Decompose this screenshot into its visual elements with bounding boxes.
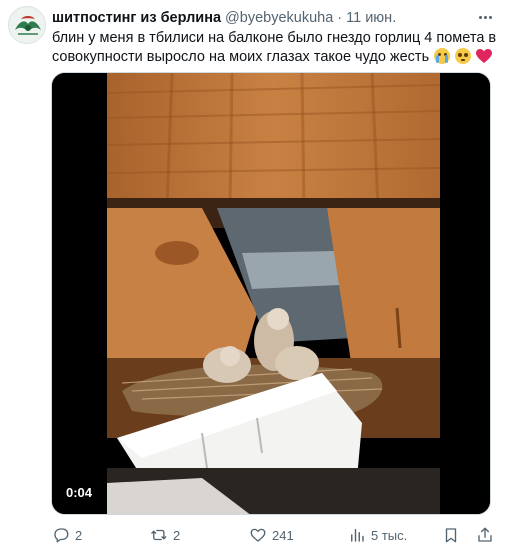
- display-name[interactable]: шитпостинг из берлина: [52, 10, 221, 26]
- pleading-face-icon: [455, 48, 472, 64]
- retweet-count: 2: [173, 527, 181, 543]
- views-count: 5 тыс.: [371, 527, 408, 543]
- retweet-button[interactable]: 2: [150, 525, 180, 545]
- tweet-text-line-2-wrap: совокупности выросло на моих глазах тако…: [52, 48, 493, 67]
- video-frame: [52, 73, 490, 514]
- bookmark-button[interactable]: [442, 525, 460, 545]
- tweet-header: шитпостинг из берлина @byebyekukuha · 11…: [52, 9, 470, 27]
- bookmark-icon: [445, 528, 457, 543]
- red-heart-icon: [476, 49, 493, 64]
- reply-count: 2: [75, 527, 83, 543]
- reply-icon: [54, 528, 69, 543]
- avatar[interactable]: [8, 6, 46, 44]
- views-icon: [351, 529, 364, 542]
- action-bar: 2 2 241 5 тыс.: [52, 525, 492, 545]
- views-button[interactable]: 5 тыс.: [348, 525, 407, 545]
- share-button[interactable]: [476, 525, 494, 545]
- tweet-text-line-1: блин у меня в тбилиси на балконе было гн…: [52, 30, 497, 46]
- tweet[interactable]: шитпостинг из берлина @byebyekukuha · 11…: [0, 0, 510, 551]
- video-duration: 0:04: [61, 483, 98, 502]
- like-button[interactable]: 241: [249, 525, 294, 545]
- separator-dot: ·: [337, 10, 343, 26]
- retweet-icon: [151, 529, 167, 541]
- tweet-date[interactable]: 11 июн.: [346, 10, 396, 26]
- tweet-text: блин у меня в тбилиси на балконе было гн…: [52, 29, 497, 67]
- share-icon: [478, 527, 492, 542]
- loudly-crying-face-icon: [434, 48, 451, 64]
- user-handle[interactable]: @byebyekukuha: [225, 10, 333, 26]
- like-count: 241: [272, 527, 294, 543]
- reply-button[interactable]: 2: [52, 525, 82, 545]
- like-icon: [250, 528, 266, 542]
- video-player[interactable]: 0:04: [51, 72, 491, 515]
- tweet-text-line-2: совокупности выросло на моих глазах тако…: [52, 49, 430, 65]
- more-icon[interactable]: [474, 8, 496, 26]
